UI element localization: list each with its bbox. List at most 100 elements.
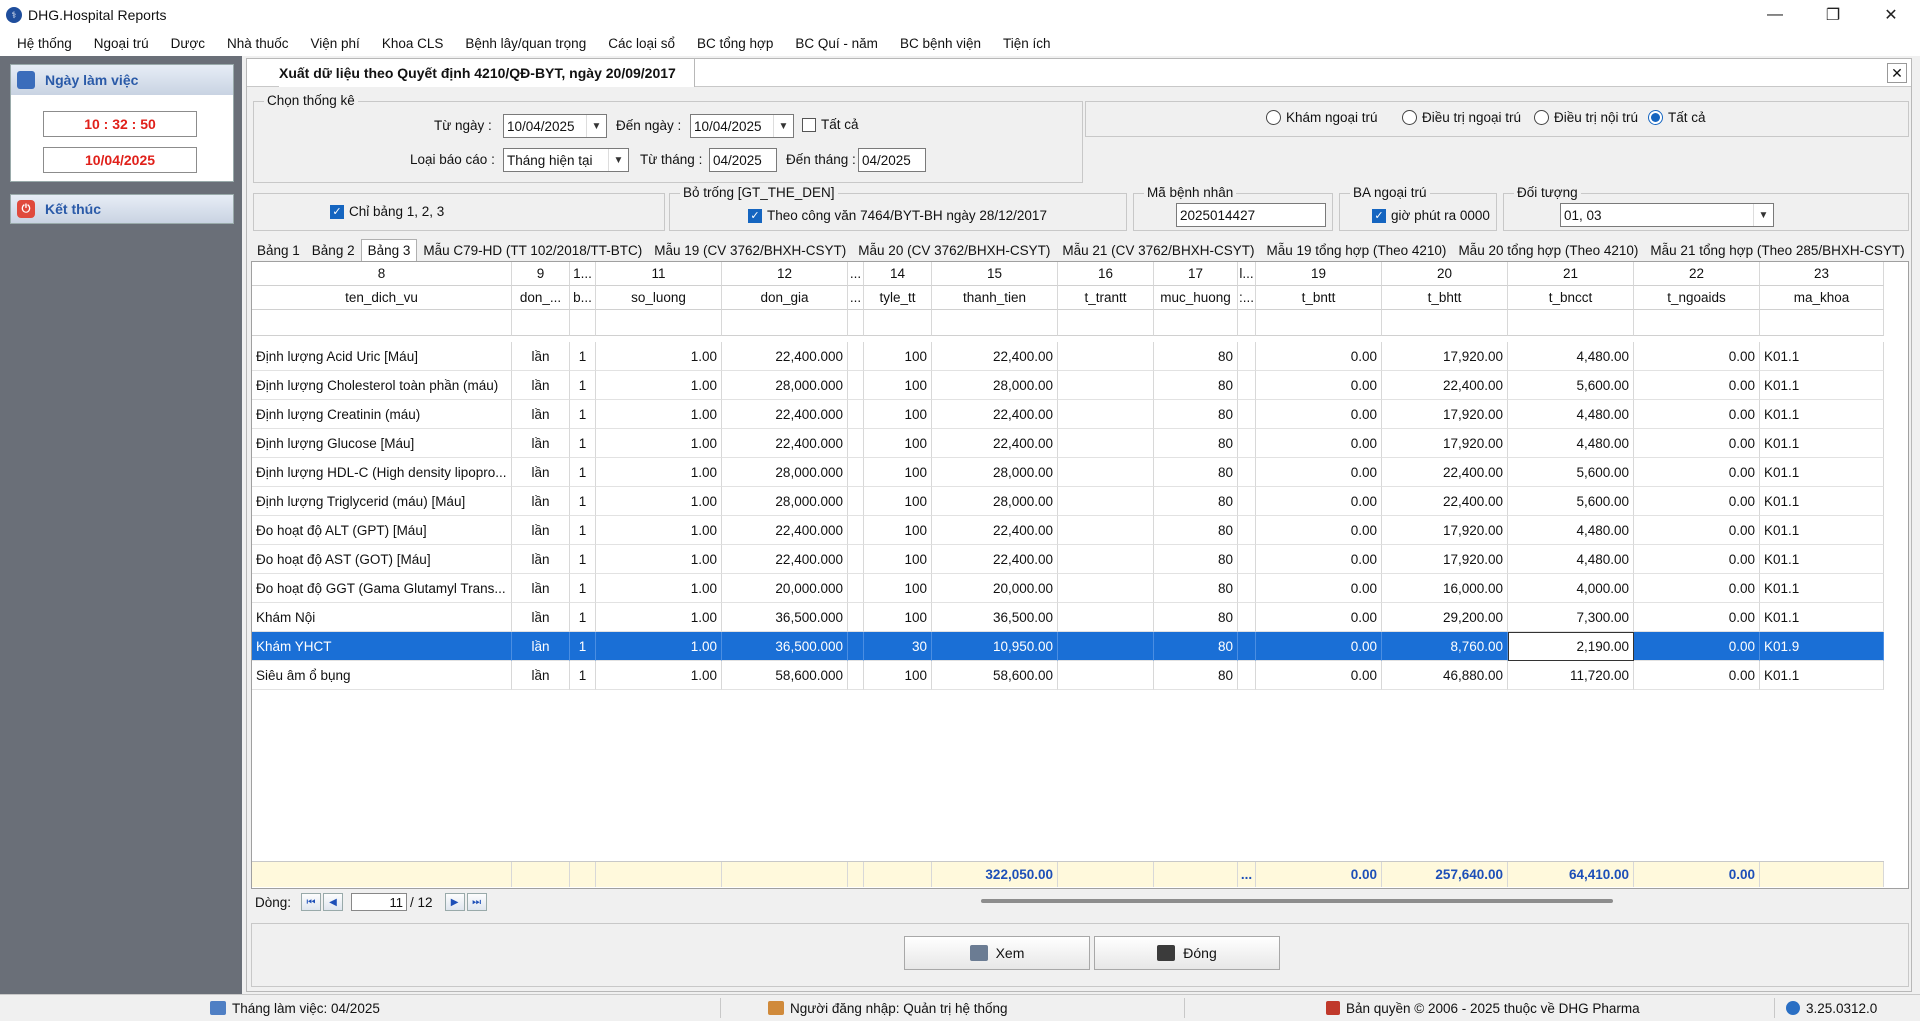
filter-cell[interactable] [1256, 310, 1382, 336]
filter-cell[interactable] [1508, 310, 1634, 336]
menu-item-3[interactable]: Nhà thuốc [216, 36, 300, 51]
workday-header[interactable]: Ngày làm việc [11, 65, 233, 95]
last-row-button[interactable]: ⏭ [466, 893, 487, 911]
column-header[interactable]: thanh_tien [932, 286, 1058, 310]
to-date-picker[interactable]: 10/04/2025 ▼ [690, 114, 794, 138]
chevron-down-icon[interactable]: ▼ [586, 115, 606, 137]
column-header[interactable]: tyle_tt [864, 286, 932, 310]
chevron-down-icon[interactable]: ▼ [608, 149, 628, 171]
current-row-input[interactable]: 11 [351, 893, 408, 911]
column-header[interactable]: t_bntt [1256, 286, 1382, 310]
treatment-radio-3[interactable]: Tất cả [1648, 110, 1706, 125]
view-button[interactable]: Xem [904, 936, 1090, 970]
table-row[interactable]: Đo hoạt độ AST (GOT) [Máu] lần 1 1.00 22,400… [252, 545, 1884, 574]
all-dates-checkbox[interactable]: Tất cả [802, 117, 859, 132]
to-month-input[interactable]: 04/2025 [858, 148, 926, 172]
filter-cell[interactable] [1760, 310, 1884, 336]
table-row[interactable]: Định lượng Glucose [Máu] lần 1 1.00 22,400.0… [252, 429, 1884, 458]
close-button[interactable]: Đóng [1094, 936, 1280, 970]
menu-item-10[interactable]: BC bệnh viện [889, 36, 992, 51]
menu-item-6[interactable]: Bệnh lây/quan trọng [454, 36, 597, 51]
menu-item-8[interactable]: BC tổng hợp [686, 36, 784, 51]
table-row[interactable]: Đo hoạt độ ALT (GPT) [Máu] lần 1 1.00 22,400… [252, 516, 1884, 545]
blank-expiry-checkbox[interactable]: ✓ Theo công văn 7464/BYT-BH ngày 28/12/20… [748, 208, 1047, 223]
first-row-button[interactable]: ⏮ [301, 893, 322, 911]
from-month-input[interactable]: 04/2025 [709, 148, 777, 172]
filter-cell[interactable] [512, 310, 570, 336]
tab-9[interactable]: Mẫu 21 tổng hợp (Theo 285/BHXH-CSYT) [1644, 239, 1910, 261]
table-row[interactable]: Đo hoạt độ GGT (Gama Glutamyl Trans... lầ… [252, 574, 1884, 603]
column-header[interactable]: don_gia [722, 286, 848, 310]
report-type-select[interactable]: Tháng hiện tại ▼ [503, 148, 629, 172]
column-header[interactable]: t_bncct [1508, 286, 1634, 310]
column-header[interactable]: ... [848, 286, 864, 310]
from-date-picker[interactable]: 10/04/2025 ▼ [503, 114, 607, 138]
treatment-radio-0[interactable]: Khám ngoại trú [1266, 110, 1378, 125]
filter-cell[interactable] [252, 310, 512, 336]
menu-item-9[interactable]: BC Quí - năm [784, 36, 889, 51]
column-header[interactable]: b... [570, 286, 596, 310]
restore-button[interactable]: ❐ [1804, 0, 1862, 30]
menu-item-5[interactable]: Khoa CLS [371, 36, 455, 51]
filter-cell[interactable] [932, 310, 1058, 336]
filter-cell[interactable] [848, 310, 864, 336]
tab-3[interactable]: Mẫu C79-HD (TT 102/2018/TT-BTC) [417, 239, 648, 261]
chevron-down-icon[interactable]: ▼ [1753, 204, 1773, 226]
minimize-button[interactable]: — [1746, 0, 1804, 30]
menu-item-1[interactable]: Ngoại trú [83, 36, 160, 51]
only-tables-checkbox[interactable]: ✓ Chỉ bảng 1, 2, 3 [330, 204, 444, 219]
filter-cell[interactable] [1238, 310, 1256, 336]
menu-item-11[interactable]: Tiện ích [992, 36, 1062, 51]
menu-item-4[interactable]: Viện phí [300, 36, 371, 51]
close-window-button[interactable]: ✕ [1862, 0, 1920, 30]
tab-4[interactable]: Mẫu 19 (CV 3762/BHXH-CSYT) [648, 239, 852, 261]
menu-item-2[interactable]: Dược [160, 36, 216, 51]
table-row[interactable]: Định lượng Acid Uric [Máu] lần 1 1.00 22,400… [252, 342, 1884, 371]
table-row[interactable]: Khám YHCT lần 1 1.00 36,500.000 30 10,950.00 80… [252, 632, 1884, 661]
close-form-button[interactable]: ✕ [1887, 63, 1907, 83]
table-row[interactable]: Định lượng Triglycerid (máu) [Máu] lần 1 1.… [252, 487, 1884, 516]
tab-2[interactable]: Bảng 3 [360, 239, 418, 261]
tab-8[interactable]: Mẫu 20 tổng hợp (Theo 4210) [1452, 239, 1644, 261]
tab-5[interactable]: Mẫu 20 (CV 3762/BHXH-CSYT) [852, 239, 1056, 261]
table-row[interactable]: Khám Nội lần 1 1.00 36,500.000 100 36,500.00 80… [252, 603, 1884, 632]
treatment-radio-2[interactable]: Điều trị nội trú [1534, 110, 1638, 125]
filter-cell[interactable] [864, 310, 932, 336]
subject-select[interactable]: 01, 03 ▼ [1560, 203, 1774, 227]
column-header[interactable]: don_... [512, 286, 570, 310]
patient-id-input[interactable]: 2025014427 [1176, 203, 1326, 227]
data-grid[interactable]: 8 9 1... 11 12... 14 15 16 17 l... 19 20 21 22 23 ten_d… [251, 261, 1909, 889]
table-row[interactable]: Định lượng Creatinin (máu) lần 1 1.00 22,400… [252, 400, 1884, 429]
next-row-button[interactable]: ▶ [444, 893, 465, 911]
chevron-down-icon[interactable]: ▼ [773, 115, 793, 137]
horizontal-scrollbar[interactable] [981, 899, 1613, 903]
filter-cell[interactable] [1058, 310, 1154, 336]
filter-cell[interactable] [596, 310, 722, 336]
column-header[interactable]: t_bhtt [1382, 286, 1508, 310]
table-row[interactable]: Định lượng HDL-C (High density lipopro..… [252, 458, 1884, 487]
column-header[interactable]: ma_khoa [1760, 286, 1884, 310]
menu-item-0[interactable]: Hệ thống [6, 36, 83, 51]
tab-7[interactable]: Mẫu 19 tổng hợp (Theo 4210) [1260, 239, 1452, 261]
table-row[interactable]: Định lượng Cholesterol toàn phần (máu) lầ… [252, 371, 1884, 400]
column-header[interactable]: so_luong [596, 286, 722, 310]
exit-button[interactable]: ⏻ Kết thúc [10, 194, 234, 224]
filter-cell[interactable] [570, 310, 596, 336]
tab-1[interactable]: Bảng 2 [306, 239, 361, 261]
column-header[interactable]: ten_dich_vu [252, 286, 512, 310]
filter-cell[interactable] [722, 310, 848, 336]
treatment-radio-1[interactable]: Điều trị ngoại trú [1402, 110, 1521, 125]
filter-cell[interactable] [1634, 310, 1760, 336]
tab-0[interactable]: Bảng 1 [251, 239, 306, 261]
tab-6[interactable]: Mẫu 21 (CV 3762/BHXH-CSYT) [1056, 239, 1260, 261]
time-out-checkbox[interactable]: ✓ giờ phút ra 0000 [1372, 208, 1490, 223]
column-header[interactable]: :... [1238, 286, 1256, 310]
prev-row-button[interactable]: ◀ [323, 893, 344, 911]
column-header[interactable]: t_ngoaids [1634, 286, 1760, 310]
table-row[interactable]: Siêu âm ổ bụng lần 1 1.00 58,600.000 100 58,60… [252, 661, 1884, 690]
menu-item-7[interactable]: Các loại sổ [597, 36, 686, 51]
filter-cell[interactable] [1154, 310, 1238, 336]
column-header[interactable]: muc_huong [1154, 286, 1238, 310]
column-header[interactable]: t_trantt [1058, 286, 1154, 310]
filter-cell[interactable] [1382, 310, 1508, 336]
